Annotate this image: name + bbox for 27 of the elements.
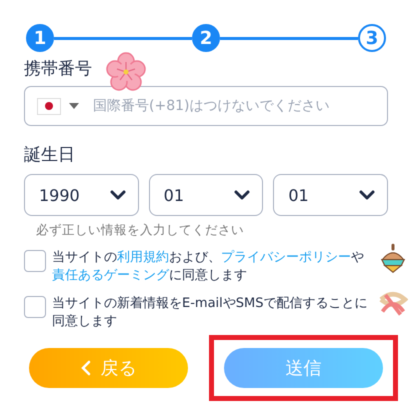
text-link[interactable]: 責任あるゲーミング <box>52 268 169 283</box>
step-circle: 2 <box>192 24 220 52</box>
date-select[interactable]: 1990 <box>24 174 139 216</box>
submit-button[interactable]: 送信 <box>224 348 383 388</box>
field-label: 携帯番号 <box>24 58 92 80</box>
chevron-down-icon <box>110 190 126 200</box>
agreement-text: 当サイトの新着情報をE-mailやSMSで配信することに同意します <box>52 295 368 331</box>
date-select[interactable]: 01 <box>148 174 264 216</box>
text-link[interactable]: プライバシーポリシー <box>221 250 351 265</box>
chevron-left-icon <box>80 360 90 376</box>
dropdown-caret-icon[interactable] <box>69 103 79 109</box>
agreement-text: 当サイトの利用規約および、プライバシーポリシーや 責任あるゲーミングに同意します <box>52 249 365 285</box>
step-circle: 3 <box>358 24 386 52</box>
field-label: 誕生日 <box>24 144 75 166</box>
text-link[interactable]: 利用規約 <box>117 250 169 265</box>
step-circle: 1 <box>26 24 54 52</box>
hint-text: 必ず正しい情報を入力してください <box>36 222 245 239</box>
checkbox[interactable] <box>24 250 46 272</box>
flower-icon <box>106 52 146 92</box>
back-button[interactable]: 戻る <box>29 348 188 388</box>
spinning-top-icon <box>378 243 408 273</box>
chevron-down-icon <box>234 190 250 200</box>
japan-flag-icon[interactable] <box>37 98 61 114</box>
phone-field[interactable]: 国際番号(+81)はつけないでください <box>24 86 388 126</box>
chevron-down-icon <box>358 190 375 200</box>
date-select[interactable]: 01 <box>273 174 388 216</box>
checkbox[interactable] <box>24 296 46 318</box>
